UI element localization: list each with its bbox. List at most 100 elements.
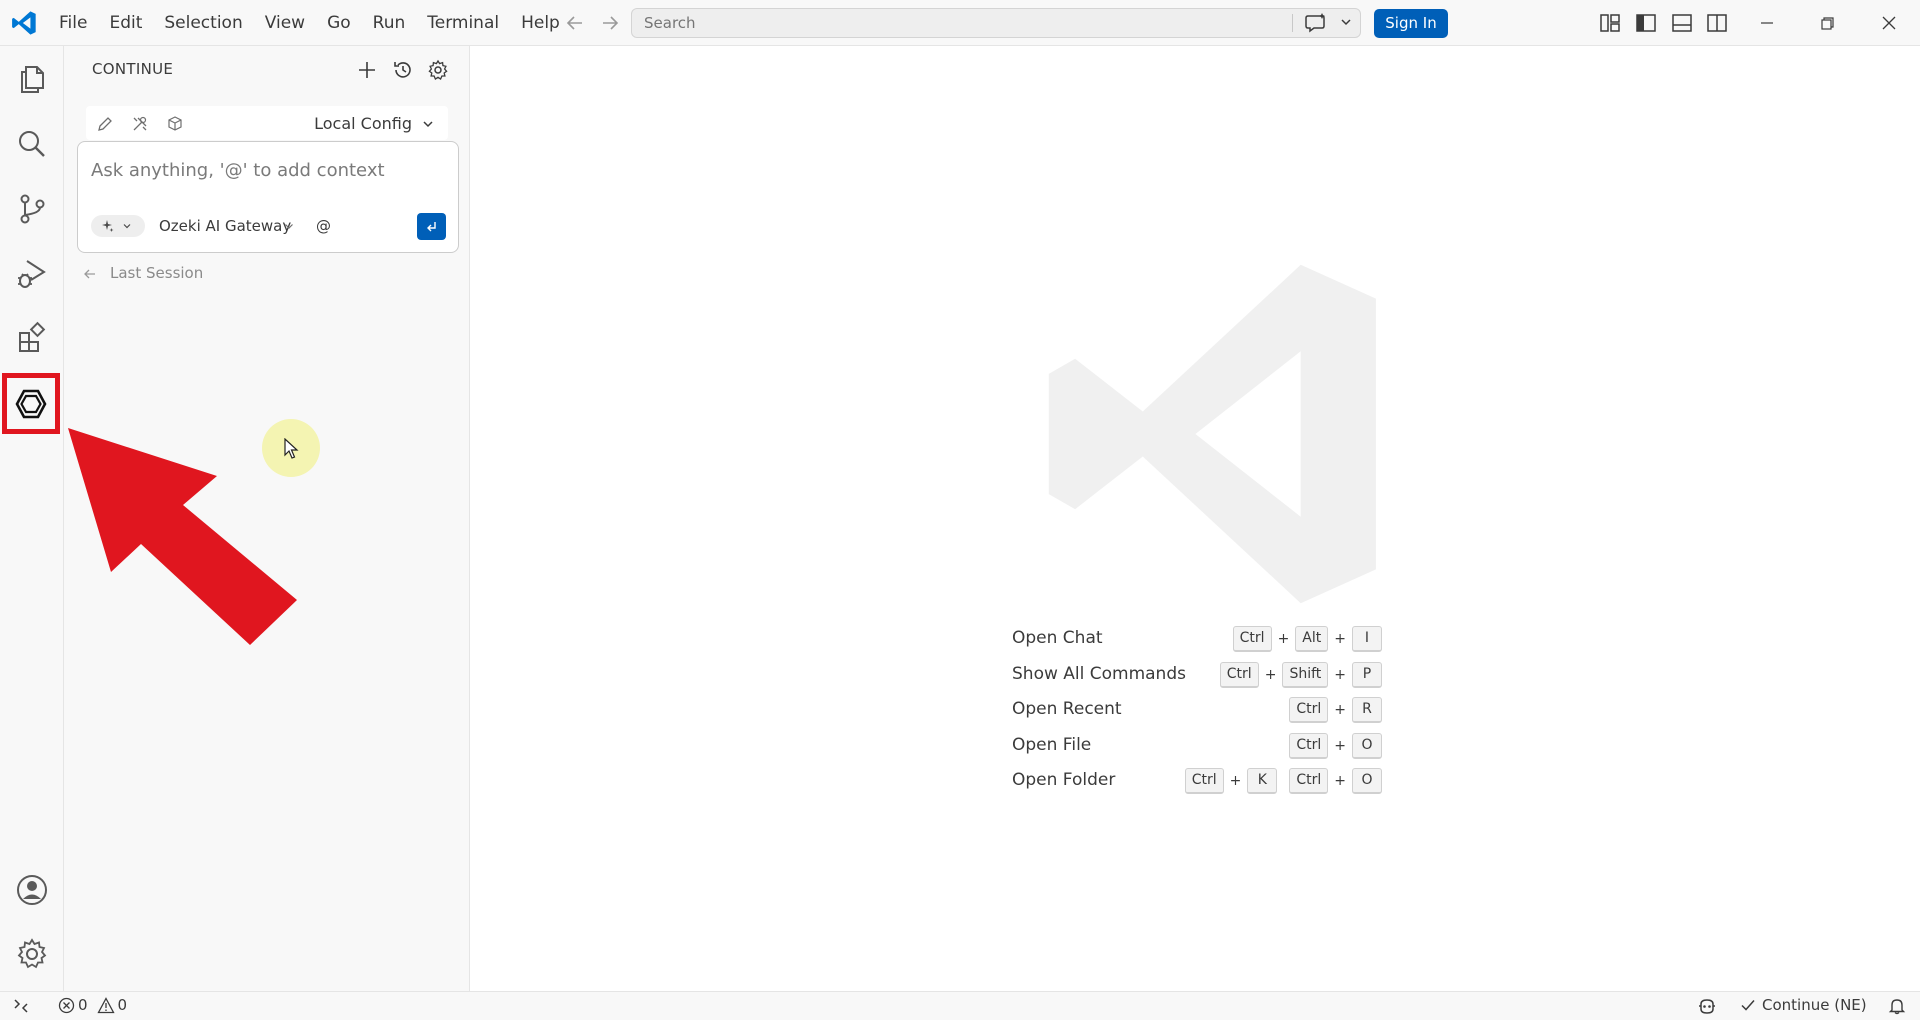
shortcut-open-chat[interactable]: Open Chat Ctrl + Alt + I — [1012, 624, 1382, 660]
shortcut-keys: Ctrl + Alt + I — [1232, 626, 1382, 652]
chevron-down-icon — [123, 224, 131, 229]
manage-gear-icon[interactable] — [14, 936, 50, 972]
key: Ctrl — [1289, 732, 1329, 759]
sign-in-button[interactable]: Sign In — [1374, 9, 1448, 38]
restore-icon[interactable] — [1815, 11, 1839, 35]
menu-go[interactable]: Go — [316, 0, 362, 46]
key: Ctrl — [1184, 768, 1224, 794]
continue-icon[interactable] — [13, 386, 49, 422]
sidebar-title: CONTINUE — [92, 60, 174, 78]
extensions-icon[interactable] — [14, 321, 50, 357]
shortcut-open-recent[interactable]: Open Recent Ctrl + R — [1012, 695, 1382, 731]
command-center-search[interactable] — [631, 8, 1361, 38]
edit-pencil-icon[interactable] — [96, 115, 114, 133]
key: O — [1352, 732, 1382, 759]
search-icon[interactable] — [14, 126, 50, 162]
shortcut-keys: Ctrl + Shift + P — [1219, 661, 1382, 688]
menu-help[interactable]: Help — [510, 0, 571, 46]
menu-bar: File Edit Selection View Go Run Terminal… — [48, 0, 571, 46]
minimize-icon[interactable] — [1755, 11, 1779, 35]
config-label[interactable]: Local Config — [314, 114, 412, 133]
shortcut-label: Show All Commands — [1012, 663, 1186, 684]
problems-indicator[interactable]: 0 0 — [58, 996, 136, 1014]
run-debug-icon[interactable] — [14, 256, 50, 292]
chat-input-container: Ozeki AI Gateway @ — [77, 141, 459, 253]
key: Ctrl — [1289, 768, 1329, 794]
back-arrow-icon[interactable] — [563, 11, 587, 35]
error-icon — [58, 997, 75, 1013]
menu-terminal[interactable]: Terminal — [416, 0, 510, 46]
back-arrow-icon — [84, 269, 95, 279]
key: P — [1352, 661, 1382, 688]
key: I — [1352, 626, 1382, 652]
last-session-label: Last Session — [110, 264, 204, 282]
sparkle-icon — [102, 220, 114, 232]
cube-icon[interactable] — [166, 115, 184, 133]
config-selector-bar: Local Config — [86, 106, 448, 140]
continue-status-label: Continue (NE) — [1762, 996, 1867, 1014]
mouse-cursor-icon — [284, 438, 299, 459]
copilot-icon[interactable] — [1697, 996, 1717, 1016]
editor-area: Open Chat Ctrl + Alt + I Show All Commands… — [470, 46, 1920, 991]
shortcut-label: Open Recent — [1012, 699, 1122, 719]
tools-icon[interactable] — [131, 115, 149, 133]
shortcut-keys: Ctrl + R — [1289, 697, 1382, 723]
menu-file[interactable]: File — [48, 0, 98, 46]
enter-icon — [427, 222, 436, 232]
new-session-plus-icon[interactable] — [355, 58, 379, 82]
chevron-down-icon[interactable] — [282, 219, 296, 233]
menu-edit[interactable]: Edit — [98, 0, 153, 46]
toggle-primary-sidebar-icon[interactable] — [1634, 11, 1658, 35]
key: Ctrl — [1219, 661, 1259, 688]
continue-status-item[interactable]: Continue (NE) — [1740, 996, 1867, 1014]
settings-gear-icon[interactable] — [426, 58, 450, 82]
explorer-icon[interactable] — [14, 61, 50, 97]
key: K — [1247, 768, 1278, 794]
title-bar: File Edit Selection View Go Run Terminal… — [0, 0, 1920, 46]
agent-mode-selector[interactable] — [91, 215, 145, 237]
vscode-logo-icon — [12, 11, 36, 35]
vscode-watermark-icon — [1048, 264, 1376, 604]
notifications-bell-icon[interactable] — [1888, 997, 1906, 1015]
key: O — [1352, 768, 1382, 794]
warning-count: 0 — [117, 996, 128, 1014]
toggle-panel-icon[interactable] — [1670, 11, 1694, 35]
chat-input[interactable] — [91, 156, 441, 184]
shortcut-label: Open File — [1012, 734, 1092, 755]
close-icon[interactable] — [1877, 11, 1901, 35]
menu-view[interactable]: View — [254, 0, 316, 46]
shortcuts-list: Open Chat Ctrl + Alt + I Show All Commands… — [1012, 624, 1382, 802]
remote-indicator-icon[interactable] — [12, 997, 30, 1015]
model-selector[interactable]: Ozeki AI Gateway — [159, 215, 291, 237]
shortcut-show-all-commands[interactable]: Show All Commands Ctrl + Shift + P — [1012, 660, 1382, 696]
toggle-secondary-sidebar-icon[interactable] — [1705, 11, 1729, 35]
key: R — [1352, 697, 1382, 723]
history-icon[interactable] — [391, 58, 415, 82]
menu-run[interactable]: Run — [362, 0, 417, 46]
forward-arrow-icon[interactable] — [598, 11, 622, 35]
search-divider — [1292, 14, 1293, 32]
key: Ctrl — [1232, 626, 1272, 652]
shortcut-keys: Ctrl + K Ctrl + O — [1184, 768, 1382, 794]
check-icon — [1741, 1000, 1755, 1011]
key: Ctrl — [1289, 697, 1329, 723]
shortcut-keys: Ctrl + O — [1289, 732, 1382, 759]
menu-selection[interactable]: Selection — [153, 0, 253, 46]
chevron-down-icon[interactable] — [1338, 14, 1354, 30]
chevron-down-icon[interactable] — [420, 116, 436, 132]
shortcut-open-file[interactable]: Open File Ctrl + O — [1012, 731, 1382, 767]
send-button[interactable] — [417, 213, 446, 240]
account-icon[interactable] — [14, 872, 50, 908]
shortcut-label: Open Folder — [1012, 770, 1116, 790]
status-bar: 0 0 Continue (NE) — [0, 991, 1920, 1020]
copilot-chat-icon[interactable] — [1302, 11, 1330, 35]
search-input[interactable] — [644, 9, 1244, 37]
warning-icon — [96, 996, 115, 1013]
shortcut-open-folder[interactable]: Open Folder Ctrl + K Ctrl + O — [1012, 766, 1382, 802]
key: Alt — [1295, 626, 1329, 652]
add-context-button[interactable]: @ — [316, 215, 331, 237]
source-control-icon[interactable] — [14, 191, 50, 227]
error-count: 0 — [78, 996, 88, 1014]
shortcut-label: Open Chat — [1012, 628, 1103, 648]
customize-layout-icon[interactable] — [1598, 11, 1622, 35]
